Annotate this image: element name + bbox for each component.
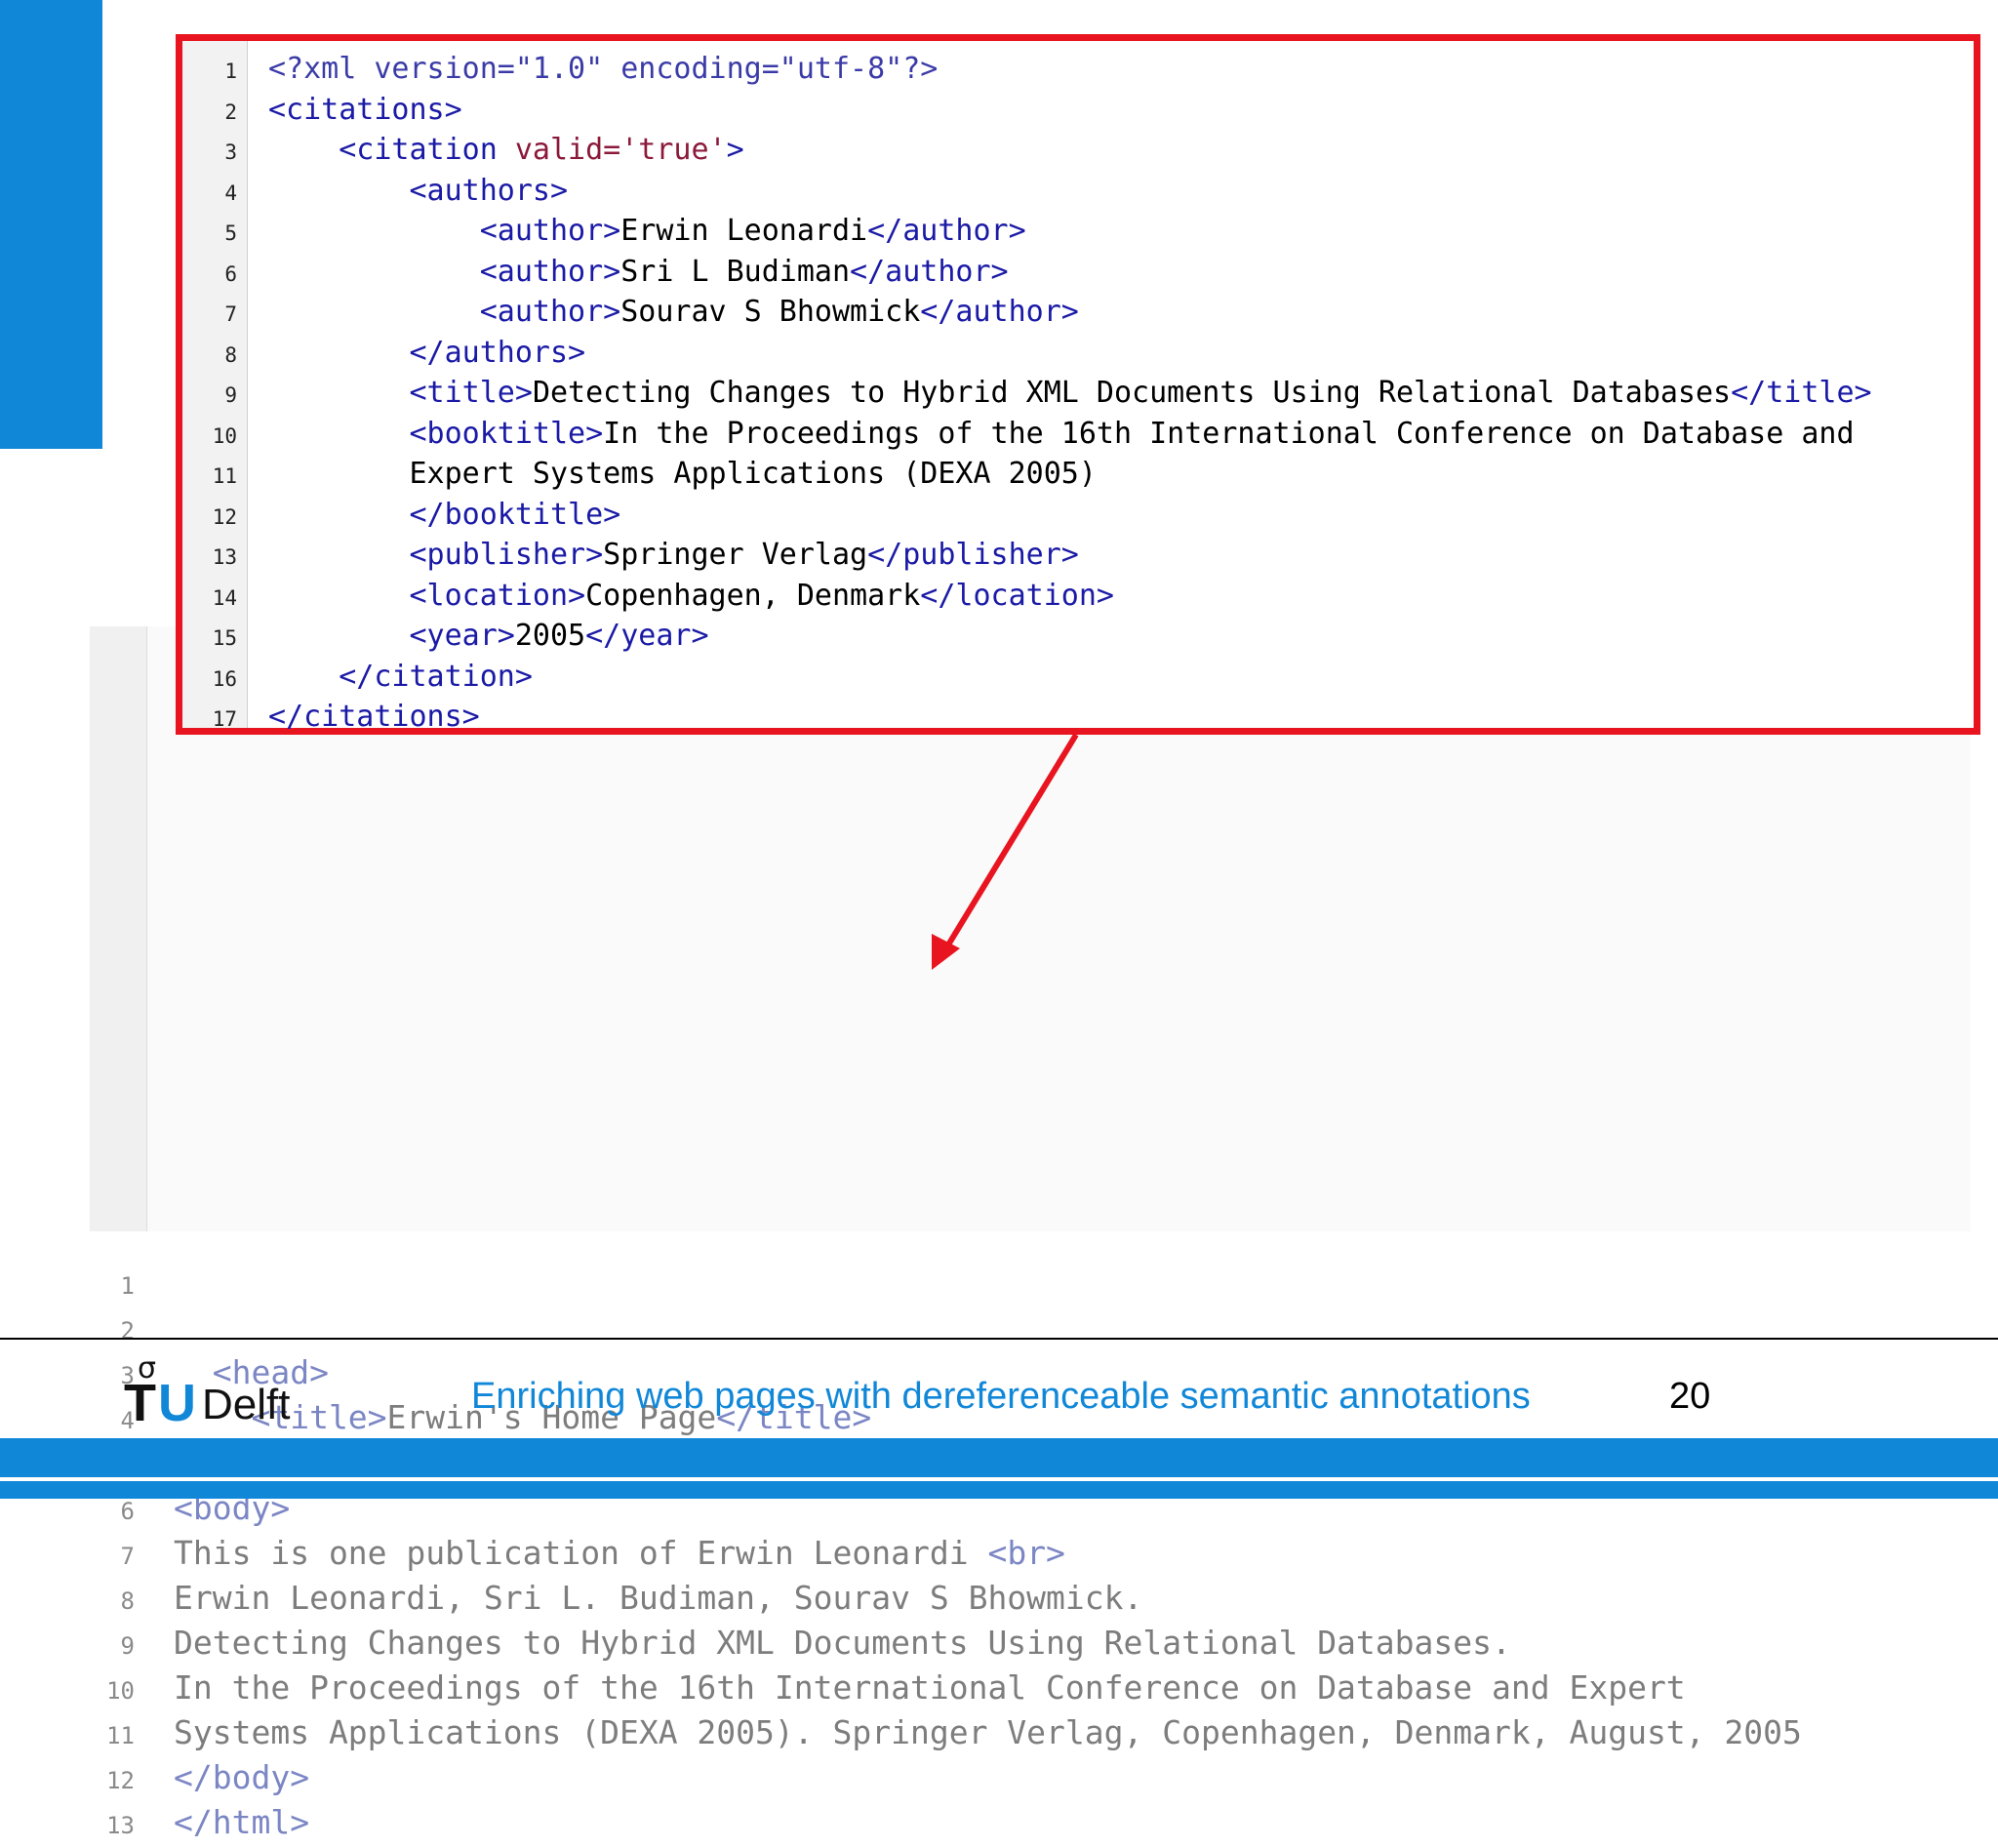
html-token: In the Proceedings of the 16th Internati… <box>174 1667 1686 1707</box>
tudelft-logo: σ T U Delft <box>124 1351 329 1432</box>
presentation-title: Enriching web pages with dereferenceable… <box>471 1376 1531 1417</box>
html-line: 11 Systems Applications (DEXA 2005). Spri… <box>90 1710 1802 1755</box>
html-line-number: 8 <box>120 1587 135 1615</box>
mapping-arrow <box>932 733 1079 970</box>
arrow-shaft <box>941 733 1079 953</box>
html-line-number: 10 <box>106 1676 135 1705</box>
html-line-code: </html> <box>174 1800 309 1845</box>
html-token: This is one publication of Erwin Leonard… <box>174 1533 988 1572</box>
logo-word-delft: Delft <box>202 1381 291 1428</box>
html-token: </body> <box>174 1758 310 1797</box>
footer-divider <box>0 1338 1998 1340</box>
html-token: Erwin Leonardi, Sri L. Budiman, Sourav S… <box>174 1578 1143 1617</box>
html-line-code: Detecting Changes to Hybrid XML Document… <box>174 1621 1511 1666</box>
footer-blue-bar <box>0 1438 1998 1477</box>
html-line: 8 Erwin Leonardi, Sri L. Budiman, Sourav … <box>90 1576 1143 1621</box>
html-line-number: 11 <box>106 1722 135 1749</box>
html-line-number: 13 <box>106 1812 135 1840</box>
html-line: 12 </body> <box>90 1755 309 1800</box>
html-token: <br> <box>987 1533 1065 1572</box>
html-token: </html> <box>174 1803 310 1842</box>
html-line: 13 </html> <box>90 1800 309 1845</box>
html-line: 9 Detecting Changes to Hybrid XML Documen… <box>90 1621 1511 1666</box>
logo-letter-t: T <box>124 1374 156 1432</box>
footer-blue-strip <box>0 1481 1998 1499</box>
html-line-code: </body> <box>174 1755 309 1800</box>
arrow-head <box>932 934 960 970</box>
html-line-code: Systems Applications (DEXA 2005). Spring… <box>174 1710 1802 1755</box>
html-line-number: 9 <box>120 1631 135 1660</box>
slide-number: 20 <box>1669 1376 1711 1417</box>
html-token: Detecting Changes to Hybrid XML Document… <box>174 1623 1511 1662</box>
html-token: Systems Applications (DEXA 2005). Spring… <box>174 1713 1802 1751</box>
logo-letter-u: U <box>158 1374 196 1432</box>
html-line-code: In the Proceedings of the 16th Internati… <box>174 1666 1686 1710</box>
html-line: 7 This is one publication of Erwin Leonar… <box>90 1531 1065 1576</box>
html-line: 10 In the Proceedings of the 16th Interna… <box>90 1666 1686 1710</box>
html-line-number: 7 <box>120 1542 135 1570</box>
html-line-code: Erwin Leonardi, Sri L. Budiman, Sourav S… <box>174 1576 1142 1621</box>
html-line-code: This is one publication of Erwin Leonard… <box>174 1531 1065 1576</box>
html-line-number: 12 <box>106 1767 135 1795</box>
